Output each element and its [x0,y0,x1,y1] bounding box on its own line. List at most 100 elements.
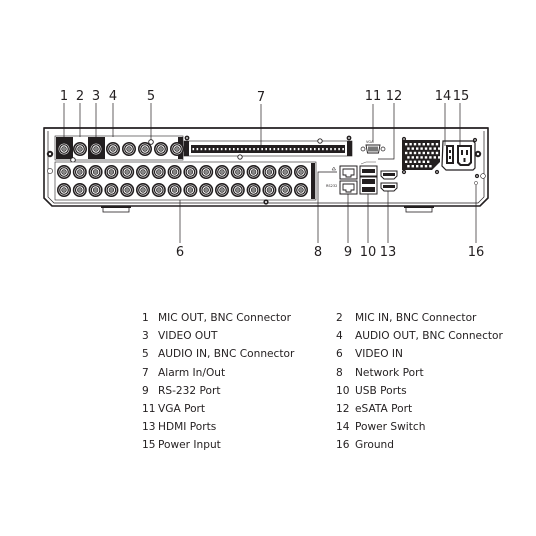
video-out-bnc [89,142,104,157]
grill-hole [411,147,414,150]
callout-10: 10 [360,245,377,260]
video-in-bnc [278,165,293,180]
video-in-bnc [199,165,214,180]
video-in-bnc [293,165,308,180]
video-in-bnc [215,183,230,198]
legend-label: VIDEO IN [355,348,403,361]
video-in-bnc [167,165,182,180]
callout-3: 3 [92,89,100,104]
video-in-bnc [230,165,245,180]
callout-6: 6 [176,245,184,260]
alarm-pin [269,148,272,151]
audio-out-bnc [106,142,121,157]
legend-label: Ground [355,439,394,452]
audio-in-bnc [154,142,169,157]
alarm-pin [301,148,304,151]
alarm-pin [322,148,324,151]
callout-2: 2 [76,89,84,104]
grill-hole [429,147,432,150]
legend-item: 1 MIC OUT, BNC Connector [142,312,291,325]
video-in-bnc [246,183,261,198]
grill-hole [429,165,432,168]
video-in-bnc [151,183,166,198]
video-in-bnc [120,165,135,180]
legend-item: 15 Power Input [142,439,221,452]
grill-hole [407,147,410,150]
grill-hole [420,147,423,150]
video-in-bnc [72,183,87,198]
screw-icon [263,199,269,205]
grill-hole [427,160,430,163]
legend-item: 10 USB Ports [336,385,407,398]
grill-hole [418,160,421,163]
callout-1: 1 [60,89,68,104]
legend-number: 13 [142,421,156,434]
legend-number: 3 [142,330,149,343]
hdmi-port-2 [380,182,398,192]
grill-hole [405,143,408,146]
grill-hole [429,156,432,159]
screw-icon [46,150,54,158]
legend-label: USB Ports [355,384,407,397]
video-in-bnc [136,165,151,180]
alarm-pin [204,148,207,151]
legend-item: 14 Power Switch [336,421,425,434]
video-in-bnc [88,165,103,180]
video-in-bnc [183,165,198,180]
grill-hole [405,160,408,163]
rs232-label: RS232 [326,184,337,188]
alarm-pin [196,148,199,151]
legend-number: 9 [142,384,149,397]
video-in-bnc [72,165,87,180]
grill-hole [416,147,419,150]
alarm-pin [249,148,251,151]
alarm-pin [200,148,203,151]
legend-item: 3 VIDEO OUT [142,330,218,343]
grill-hole [418,143,421,146]
legend-number: 2 [336,312,343,324]
screw-icon [346,135,352,141]
alarm-pin [228,148,231,151]
power-switch [446,145,454,164]
alarm-pin [334,148,336,151]
alarm-pin [293,148,296,151]
legend-label: Alarm In/Out [158,366,226,379]
alarm-pin [338,148,340,151]
legend-item: 6 VIDEO IN [336,348,403,361]
legend-label: MIC IN, BNC Connector [355,312,477,324]
screw-icon [184,135,190,141]
grill-hole [407,165,410,168]
legend-label: HDMI Ports [158,421,217,434]
legend-item: 12 eSATA Port [336,403,412,416]
alarm-pin [265,148,267,151]
alarm-pin [192,148,195,151]
alarm-pin [277,148,280,151]
legend-number: 12 [336,403,350,415]
grill-hole [416,156,419,159]
grill-hole [424,147,428,150]
screw-icon [148,139,154,145]
legend-number: 14 [336,421,350,434]
video-in-bnc [262,165,277,180]
grill-hole [438,156,441,159]
callout-12: 12 [386,89,403,104]
grill-hole [416,165,419,168]
alarm-pin [305,148,308,151]
grill-hole [431,143,434,146]
alarm-pin [212,148,215,151]
alarm-pin [245,148,247,151]
alarm-pin [330,148,332,151]
alarm-pin [216,148,219,151]
video-in-bnc [104,183,119,198]
grill-hole [422,160,425,163]
grill-hole [435,151,439,155]
alarm-pin [281,148,284,151]
alarm-pin [297,148,300,151]
grill-hole [413,160,417,163]
grill-hole [411,156,414,159]
alarm-pin [208,148,211,151]
audio-in-bnc [138,142,153,157]
callout-15: 15 [453,89,470,104]
legend-label: AUDIO IN, BNC Connector [158,348,295,361]
video-in-bnc [246,165,261,180]
